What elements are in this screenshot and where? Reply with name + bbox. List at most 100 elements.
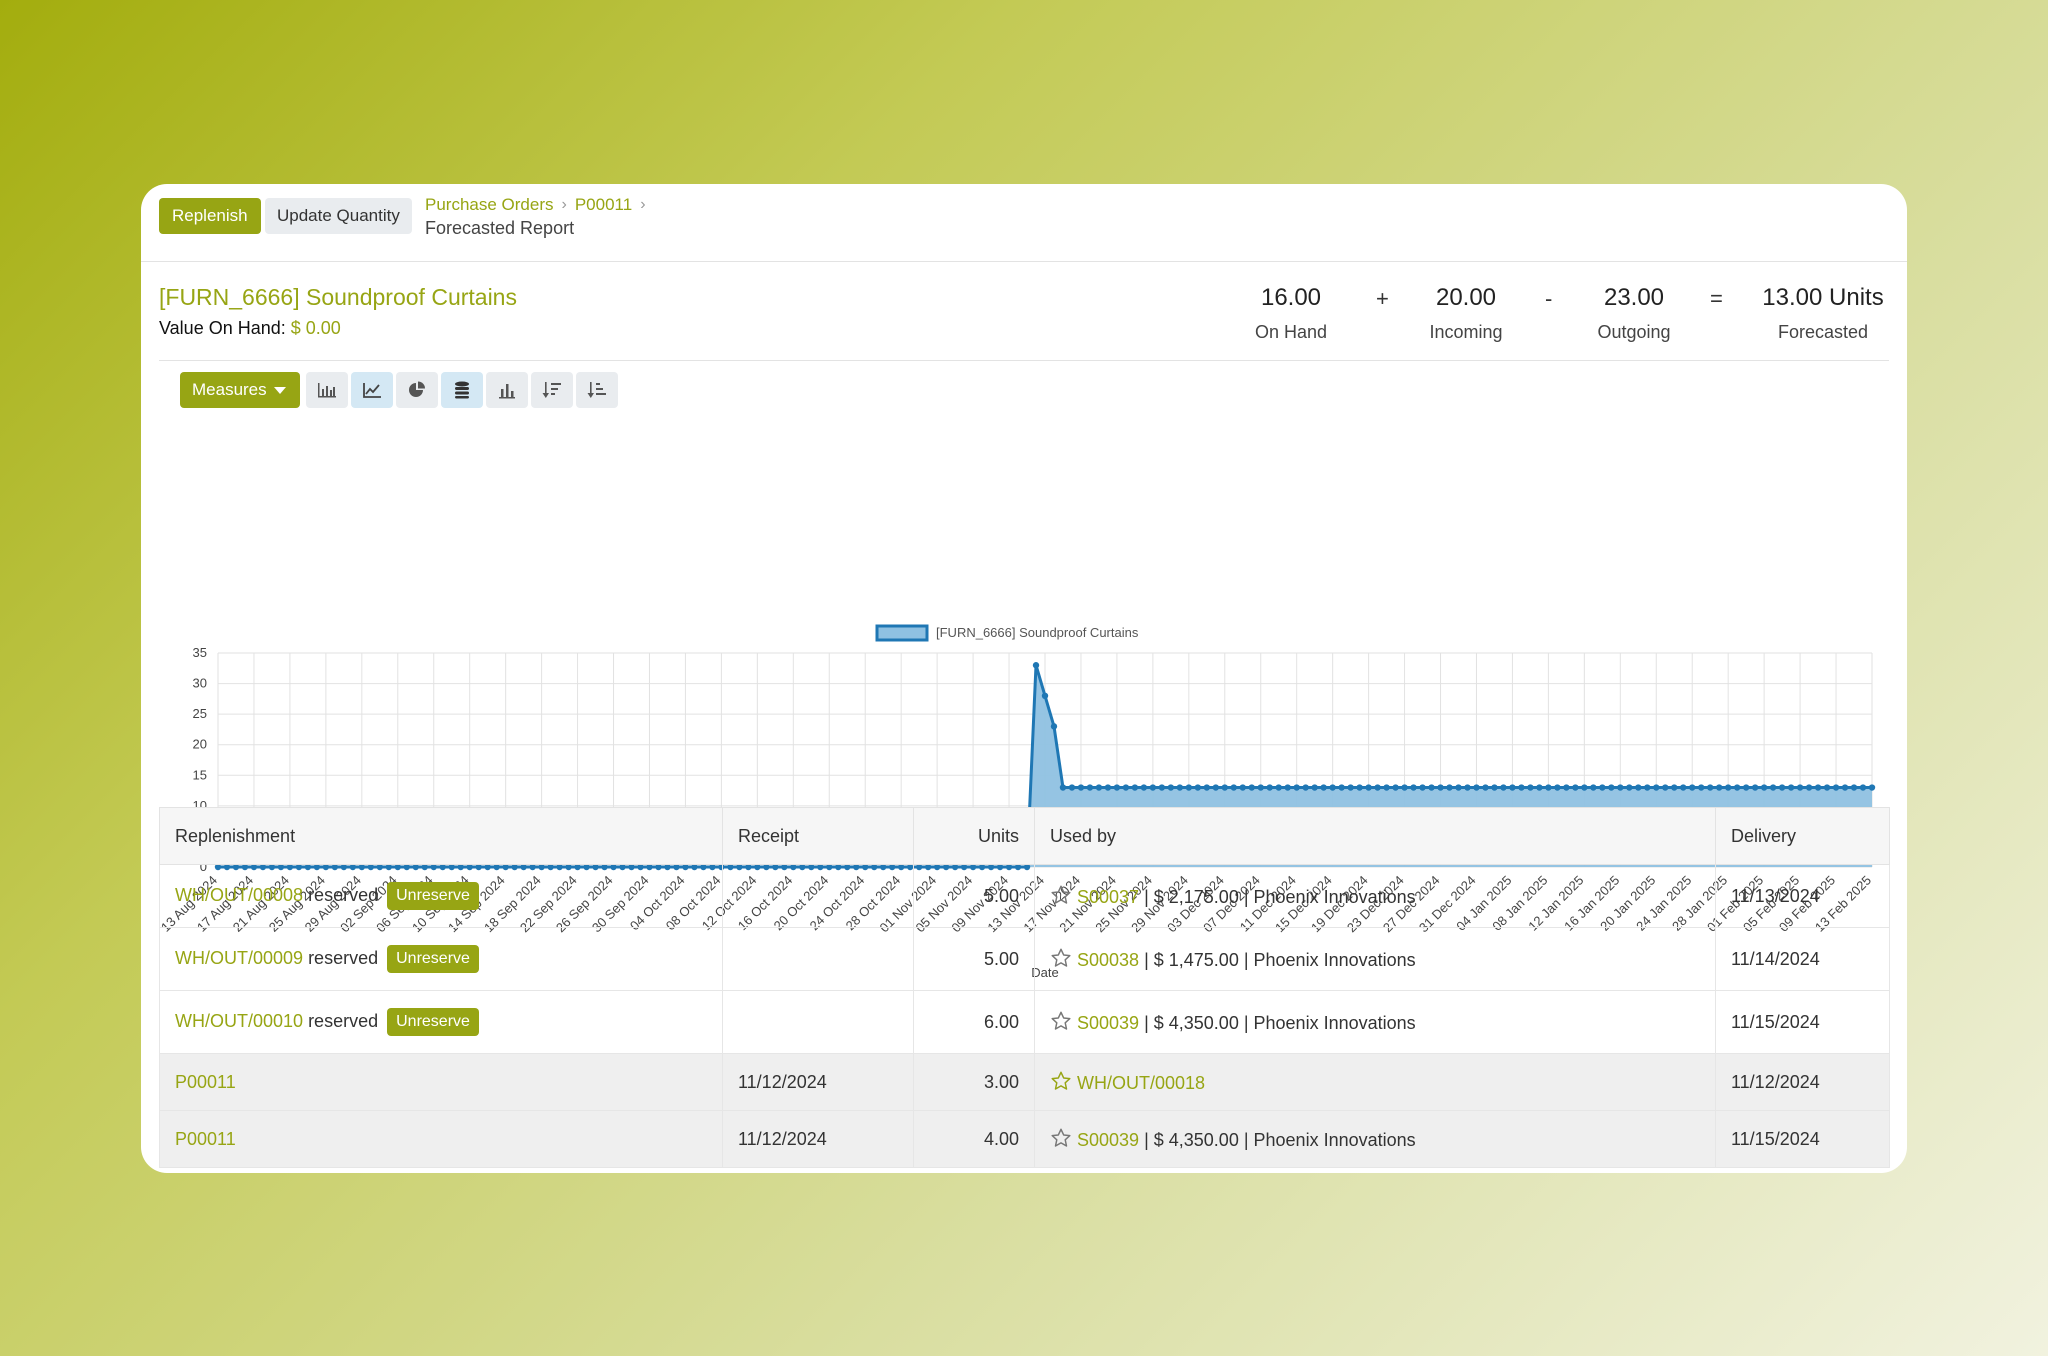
data-point — [1590, 784, 1597, 791]
data-point — [1059, 784, 1067, 791]
data-point — [1527, 784, 1534, 791]
data-point — [1464, 784, 1471, 791]
data-point — [1302, 784, 1309, 791]
breadcrumb-purchase-orders[interactable]: Purchase Orders — [425, 195, 554, 215]
order-amount: $ 1,475.00 — [1153, 950, 1239, 970]
data-point — [1805, 784, 1813, 791]
data-point — [1365, 784, 1372, 791]
unreserve-button[interactable]: Unreserve — [387, 1008, 479, 1036]
purchase-order-link[interactable]: P00011 — [175, 1072, 236, 1092]
receipt-cell: 11/12/2024 — [722, 1110, 914, 1168]
sort-descending-button[interactable] — [531, 372, 573, 408]
delivery-cell: 11/15/2024 — [1715, 1110, 1890, 1168]
kpi-forecasted: 13.00 Units Forecasted — [1753, 284, 1893, 343]
y-tick-label: 25 — [193, 706, 207, 721]
data-point — [1787, 784, 1795, 791]
table-row: WH/OUT/00008 reserved Unreserve 5.00 S00… — [159, 864, 1890, 928]
data-point — [1455, 784, 1462, 791]
data-point — [1095, 784, 1103, 791]
data-point — [1293, 784, 1300, 791]
partner-name: Phoenix Innovations — [1253, 1013, 1416, 1033]
star-icon[interactable] — [1050, 1010, 1072, 1032]
order-link[interactable]: S00039 — [1077, 1013, 1139, 1033]
star-icon[interactable] — [1050, 1127, 1072, 1149]
data-point — [1311, 784, 1318, 791]
data-point — [1347, 784, 1354, 791]
data-point — [1751, 784, 1759, 791]
transfer-link[interactable]: WH/OUT/00009 — [175, 948, 303, 968]
data-point — [1356, 784, 1363, 791]
cumulative-button[interactable] — [486, 372, 528, 408]
y-tick-label: 15 — [193, 767, 207, 782]
data-point — [1041, 692, 1049, 699]
data-point — [1032, 662, 1040, 669]
value-on-hand: Value On Hand: $ 0.00 — [159, 318, 341, 339]
data-point — [1266, 784, 1273, 791]
order-link[interactable]: S00039 — [1077, 1130, 1139, 1150]
units-cell: 6.00 — [913, 990, 1035, 1054]
order-amount: $ 2,175.00 — [1153, 887, 1239, 907]
bar-chart-button[interactable] — [306, 372, 348, 408]
data-point — [1410, 784, 1417, 791]
order-link[interactable]: S00038 — [1077, 950, 1139, 970]
star-icon[interactable] — [1050, 1070, 1072, 1092]
purchase-order-link[interactable]: P00011 — [175, 1129, 236, 1149]
outgoing-value: 23.00 — [1603, 284, 1665, 311]
data-point — [1482, 784, 1489, 791]
data-point — [1563, 784, 1570, 791]
product-title[interactable]: [FURN_6666] Soundproof Curtains — [159, 284, 517, 311]
data-point — [1769, 784, 1777, 791]
table-header-row: Replenishment Receipt Units Used by Deli… — [159, 807, 1890, 865]
units-cell: 5.00 — [913, 864, 1035, 928]
data-point — [1500, 784, 1507, 791]
data-point — [1149, 784, 1157, 791]
data-point — [1257, 784, 1264, 791]
receipt-cell — [722, 864, 914, 928]
transfer-link[interactable]: WH/OUT/00018 — [1077, 1073, 1205, 1093]
stacked-icon — [455, 381, 469, 399]
sort-descending-icon — [542, 382, 561, 398]
sort-ascending-button[interactable] — [576, 372, 618, 408]
star-icon[interactable] — [1050, 947, 1072, 969]
pie-chart-button[interactable] — [396, 372, 438, 408]
delivery-cell: 11/12/2024 — [1715, 1053, 1890, 1111]
data-point — [1401, 784, 1408, 791]
unreserve-button[interactable]: Unreserve — [387, 945, 479, 973]
delivery-cell: 11/13/2024 — [1715, 864, 1890, 928]
data-point — [1859, 784, 1867, 791]
stacked-button[interactable] — [441, 372, 483, 408]
data-point — [1212, 784, 1219, 791]
data-point — [1760, 784, 1768, 791]
breadcrumb: Purchase Orders › P00011 › Forecasted Re… — [425, 195, 646, 239]
table-row: WH/OUT/00009 reserved Unreserve 5.00 S00… — [159, 927, 1890, 991]
replenish-button[interactable]: Replenish — [159, 198, 261, 234]
unreserve-button[interactable]: Unreserve — [387, 882, 479, 910]
transfer-link[interactable]: WH/OUT/00008 — [175, 885, 303, 905]
order-link[interactable]: S00037 — [1077, 887, 1139, 907]
data-point — [1320, 784, 1327, 791]
y-tick-label: 30 — [193, 676, 207, 691]
breadcrumb-p00011[interactable]: P00011 — [575, 195, 632, 215]
units-cell: 3.00 — [913, 1053, 1035, 1111]
table-row: P00011 11/12/2024 3.00 WH/OUT/00018 11/1… — [159, 1053, 1890, 1111]
incoming-value: 20.00 — [1435, 284, 1497, 311]
data-point — [1383, 784, 1390, 791]
bar-cumulative-icon — [499, 384, 515, 399]
measures-dropdown[interactable]: Measures — [180, 372, 300, 408]
measures-label: Measures — [192, 380, 267, 399]
line-chart-button[interactable] — [351, 372, 393, 408]
data-point — [1814, 784, 1822, 791]
data-point — [1662, 784, 1669, 791]
data-point — [1572, 784, 1579, 791]
transfer-link[interactable]: WH/OUT/00010 — [175, 1011, 303, 1031]
receipt-cell: 11/12/2024 — [722, 1053, 914, 1111]
star-icon[interactable] — [1050, 884, 1072, 906]
legend-label: [FURN_6666] Soundproof Curtains — [936, 625, 1139, 640]
data-point — [1140, 784, 1148, 791]
update-quantity-button[interactable]: Update Quantity — [265, 198, 412, 234]
data-point — [1185, 784, 1193, 791]
data-point — [1653, 784, 1660, 791]
data-point — [1131, 784, 1139, 791]
order-amount: $ 4,350.00 — [1153, 1130, 1239, 1150]
data-point — [1841, 784, 1849, 791]
